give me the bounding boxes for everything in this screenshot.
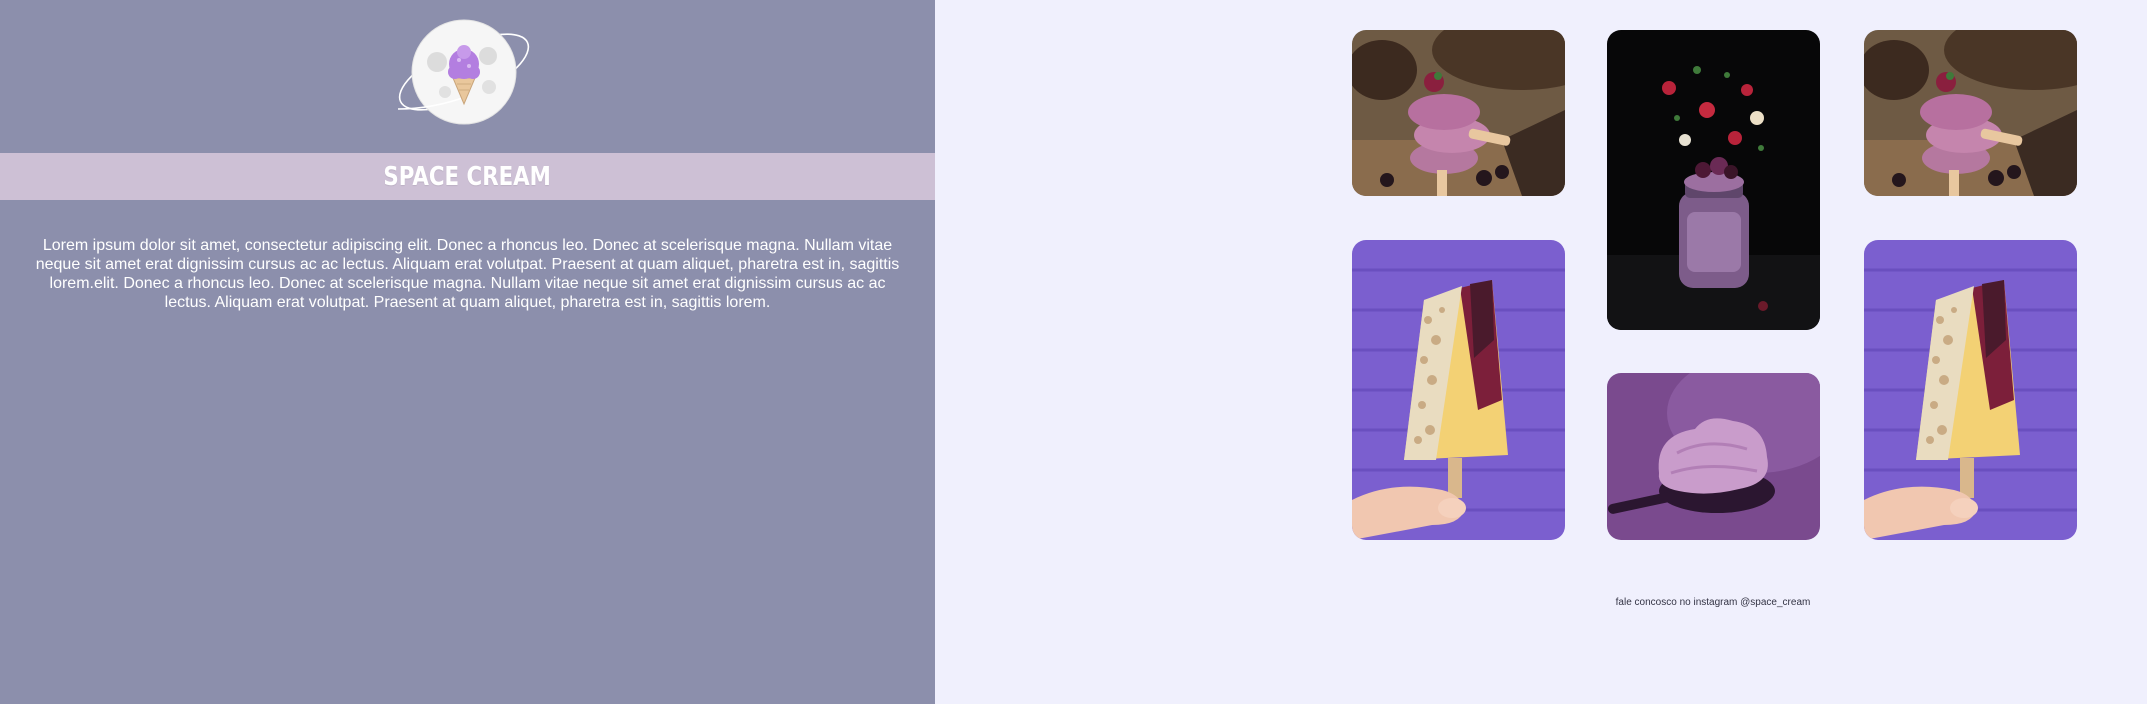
title-banner: SPACE CREAM <box>0 153 935 200</box>
gallery-photo-1[interactable] <box>1352 30 1565 196</box>
gallery-photo-2[interactable] <box>1607 30 1820 330</box>
gallery-photo-5[interactable] <box>1607 373 1820 540</box>
page-title: SPACE CREAM <box>383 161 552 192</box>
instagram-footer-text: fale concosco no instagram @space_cream <box>1615 597 1811 608</box>
intro-text: Lorem ipsum dolor sit amet, consectetur … <box>35 237 900 311</box>
sidebar-panel: SPACE CREAM Lorem ipsum dolor sit amet, … <box>0 0 935 704</box>
gallery-photo-6[interactable] <box>1864 240 2077 540</box>
gallery-photo-4[interactable] <box>1352 240 1565 540</box>
ice-cream-planet-logo-icon <box>393 14 535 130</box>
gallery-photo-3[interactable] <box>1864 30 2077 196</box>
